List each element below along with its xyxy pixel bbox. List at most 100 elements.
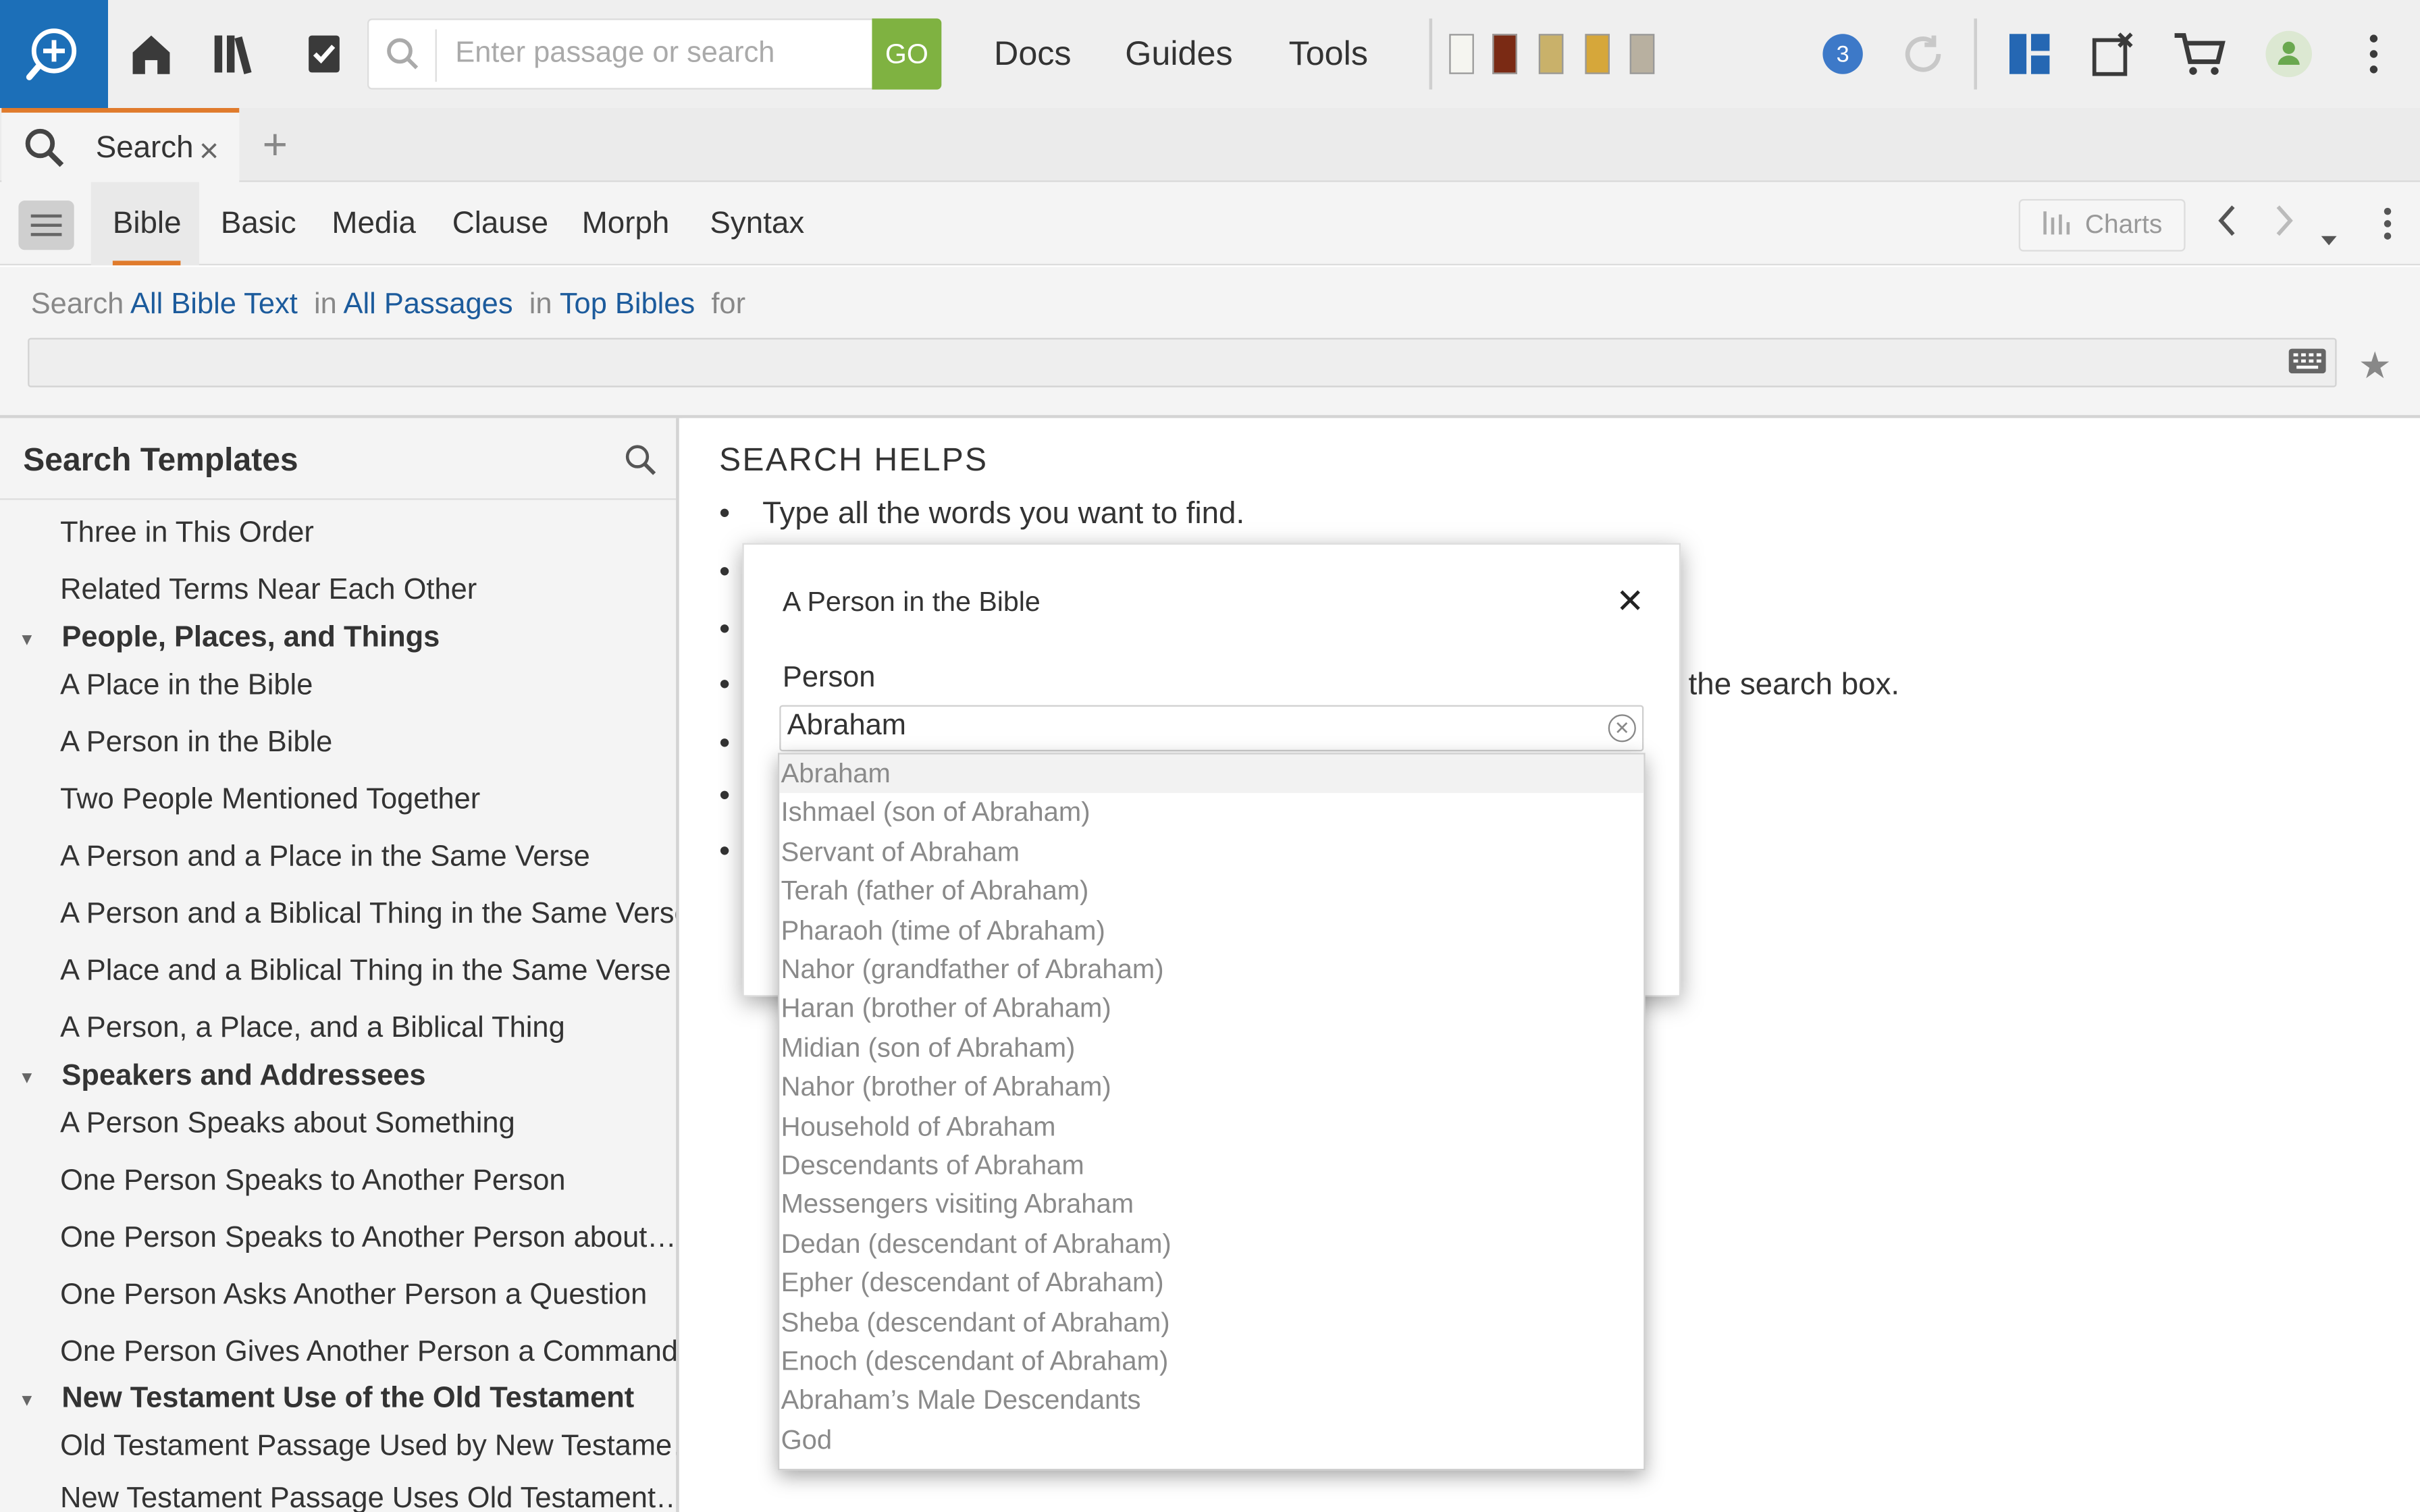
main-toolbar: GO Docs Guides Tools 3 <box>0 0 2420 108</box>
search-icon <box>384 36 421 82</box>
template-group-header[interactable]: People, Places, and Things <box>61 622 440 655</box>
search-query-input[interactable] <box>28 338 2337 387</box>
person-option[interactable]: Messengers visiting Abraham <box>779 1185 1643 1223</box>
history-dropdown-icon[interactable] <box>2319 216 2338 256</box>
template-item[interactable]: Related Terms Near Each Other <box>60 574 477 608</box>
tab-morph[interactable]: Morph <box>582 207 670 242</box>
tab-media[interactable]: Media <box>332 207 416 242</box>
passage-search-input[interactable] <box>455 20 857 88</box>
template-item[interactable]: One Person Speaks to Another Person <box>60 1165 565 1199</box>
person-option[interactable]: Sheba (descendant of Abraham) <box>779 1303 1643 1342</box>
notification-badge[interactable]: 3 <box>1822 34 1863 74</box>
collapse-triangle-icon[interactable]: ▼ <box>18 1392 35 1410</box>
cart-icon[interactable] <box>2172 26 2227 82</box>
template-item[interactable]: One Person Gives Another Person a Comman… <box>60 1336 676 1370</box>
person-option[interactable]: Epher (descendant of Abraham) <box>779 1264 1643 1302</box>
template-item[interactable]: A Place and a Biblical Thing in the Same… <box>60 955 671 989</box>
template-group-header[interactable]: Speakers and Addressees <box>61 1060 425 1094</box>
keyboard-icon[interactable] <box>2287 347 2327 384</box>
search-criteria-sentence: Search All Bible Text in All Passages in… <box>31 288 745 322</box>
person-option[interactable]: Haran (brother of Abraham) <box>779 989 1643 1027</box>
person-option[interactable]: Midian (son of Abraham) <box>779 1029 1643 1068</box>
panel-more-icon[interactable] <box>2382 207 2394 250</box>
help-bullet: • <box>719 779 731 813</box>
person-option[interactable]: Abraham <box>779 754 1644 793</box>
person-option[interactable]: Ishmael (son of Abraham) <box>779 793 1643 832</box>
more-vertical-icon[interactable] <box>2346 26 2401 82</box>
person-input-value: Abraham <box>787 709 906 742</box>
tab-clause[interactable]: Clause <box>452 207 548 242</box>
favorite-star-icon[interactable]: ★ <box>2359 344 2392 389</box>
forward-chevron-icon[interactable] <box>2273 204 2295 247</box>
person-option[interactable]: God <box>779 1421 1643 1459</box>
person-option[interactable]: Servant of Abraham <box>779 833 1643 871</box>
charts-button[interactable]: Charts <box>2018 198 2186 252</box>
logos-logo-icon[interactable] <box>0 0 108 108</box>
library-icon[interactable] <box>210 26 265 82</box>
tab-bible[interactable]: Bible <box>112 207 182 266</box>
template-item[interactable]: Old Testament Passage Used by New Testam… <box>60 1430 676 1464</box>
person-option[interactable]: Pharaoh (time of Abraham) <box>779 912 1643 950</box>
add-tab-button[interactable]: + <box>263 120 288 169</box>
template-item[interactable]: Two People Mentioned Together <box>60 784 480 817</box>
person-option[interactable]: Household of Abraham <box>779 1108 1643 1146</box>
passages-link[interactable]: All Passages <box>343 288 512 321</box>
book-cover-icon[interactable] <box>1585 34 1610 74</box>
template-item[interactable]: A Person Speaks about Something <box>60 1108 515 1141</box>
toolbar-divider <box>1429 18 1433 90</box>
nav-guides[interactable]: Guides <box>1125 34 1232 74</box>
person-option[interactable]: Descendants of Abraham <box>779 1146 1643 1185</box>
help-bullet: • <box>719 555 731 590</box>
template-item[interactable]: One Person Speaks to Another Person abou… <box>60 1222 676 1256</box>
tab-syntax[interactable]: Syntax <box>710 207 804 242</box>
person-option[interactable]: Enoch (descendant of Abraham) <box>779 1343 1643 1381</box>
person-option[interactable]: Nahor (grandfather of Abraham) <box>779 950 1643 989</box>
book-cover-icon[interactable] <box>1449 34 1474 74</box>
template-item[interactable]: A Person, a Place, and a Biblical Thing <box>60 1012 565 1046</box>
person-option[interactable]: Abraham’s Male Descendants <box>779 1381 1643 1420</box>
person-option[interactable]: Nahor (brother of Abraham) <box>779 1068 1643 1106</box>
account-avatar-icon[interactable] <box>2261 26 2317 82</box>
template-group-header[interactable]: New Testament Use of the Old Testament <box>61 1382 634 1416</box>
documents-checklist-icon[interactable] <box>296 26 352 82</box>
person-input[interactable]: Abraham ✕ <box>779 705 1644 752</box>
back-chevron-icon[interactable] <box>2216 204 2238 247</box>
template-item[interactable]: A Person in the Bible <box>60 727 332 761</box>
collection-link[interactable]: Top Bibles <box>560 288 695 321</box>
template-item[interactable]: A Person and a Biblical Thing in the Sam… <box>60 898 676 932</box>
template-item[interactable]: New Testament Passage Uses Old Testament… <box>60 1483 676 1512</box>
sync-icon[interactable] <box>1895 26 1951 82</box>
book-cover-icon[interactable] <box>1629 34 1655 74</box>
home-icon[interactable] <box>124 26 179 82</box>
clear-input-icon[interactable]: ✕ <box>1608 714 1636 742</box>
in-label: in <box>529 288 552 321</box>
tab-basic[interactable]: Basic <box>221 207 296 242</box>
close-tab-icon[interactable]: × <box>199 131 219 171</box>
panel-divider <box>0 498 677 500</box>
template-item[interactable]: Three in This Order <box>60 517 314 551</box>
close-panels-icon[interactable] <box>2086 26 2142 82</box>
search-prefix: Search <box>30 288 124 321</box>
scope-link[interactable]: All Bible Text <box>130 288 298 321</box>
book-cover-icon[interactable] <box>1538 34 1564 74</box>
book-cover-icon[interactable] <box>1492 34 1517 74</box>
person-field-label: Person <box>782 662 876 695</box>
search-icon <box>23 126 66 179</box>
search-criteria-bar: Search All Bible Text in All Passages in… <box>0 267 2420 418</box>
nav-docs[interactable]: Docs <box>994 34 1072 74</box>
layouts-icon[interactable] <box>2002 26 2057 82</box>
go-button[interactable]: GO <box>872 18 942 90</box>
nav-tools[interactable]: Tools <box>1289 34 1368 74</box>
collapse-triangle-icon[interactable]: ▼ <box>18 631 35 649</box>
collapse-triangle-icon[interactable]: ▼ <box>18 1069 35 1087</box>
person-option[interactable]: Terah (father of Abraham) <box>779 871 1643 910</box>
tab-search[interactable]: Search × <box>1 107 240 184</box>
panel-menu-icon[interactable] <box>18 200 74 250</box>
template-item[interactable]: One Person Asks Another Person a Questio… <box>60 1279 647 1313</box>
template-item[interactable]: A Place in the Bible <box>60 670 313 703</box>
close-icon[interactable]: ✕ <box>1616 582 1644 622</box>
search-templates-icon[interactable] <box>623 443 657 486</box>
template-item[interactable]: A Person and a Place in the Same Verse <box>60 841 590 875</box>
for-label: for <box>711 288 746 321</box>
person-option[interactable]: Dedan (descendant of Abraham) <box>779 1225 1643 1264</box>
